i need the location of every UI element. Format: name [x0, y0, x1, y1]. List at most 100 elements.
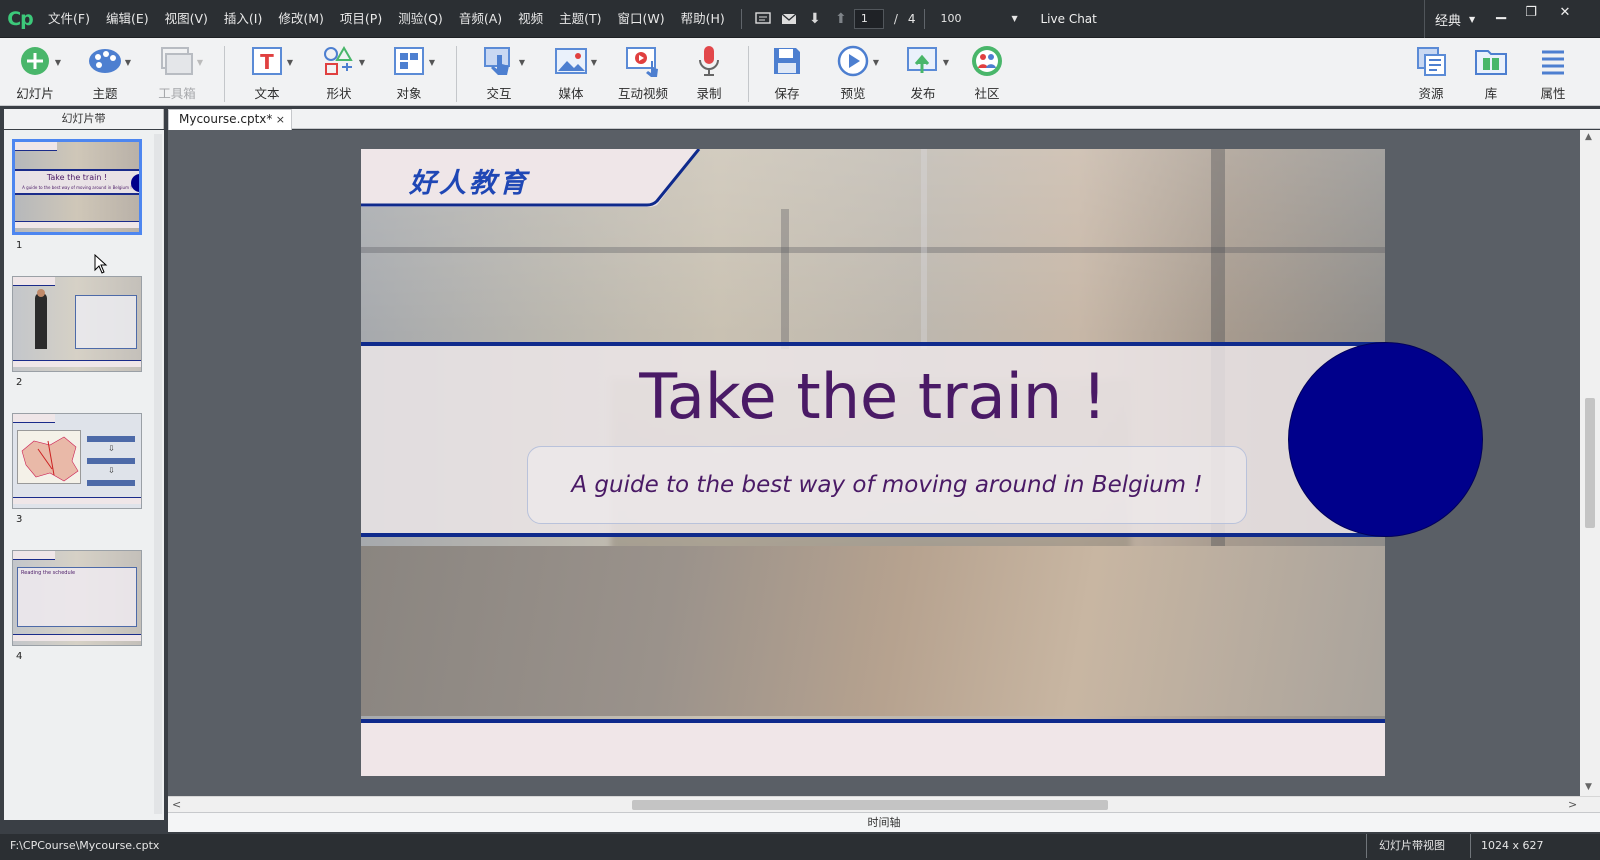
object-button[interactable]: ▼ 对象	[376, 44, 442, 102]
horizontal-scroll-thumb[interactable]	[632, 800, 1108, 810]
toolbox-button[interactable]: ▼ 工具箱	[144, 44, 210, 102]
separator	[740, 8, 742, 29]
library-button[interactable]: 库	[1458, 44, 1524, 102]
media-label: 媒体	[558, 86, 584, 101]
scroll-right-icon[interactable]: >	[1568, 798, 1577, 811]
library-icon	[1471, 44, 1511, 78]
thumb-box	[87, 480, 135, 486]
publish-icon: ▼	[903, 44, 949, 78]
arrow-up-icon[interactable]: ⬆	[828, 0, 854, 38]
timeline-toggle[interactable]: 时间轴	[168, 812, 1600, 832]
main-toolbar: ▼ 幻灯片 ▼ 主题 ▼ 工具箱 T ▼ 文本 ▼ 形状 ▼ 对象 ▼ 交互 ▼…	[0, 38, 1600, 106]
blue-circle-shape[interactable]	[1288, 342, 1483, 537]
menu-window[interactable]: 窗口(W)	[610, 0, 673, 38]
thumb-title: Take the train !	[46, 173, 108, 182]
bg-platform	[361, 546, 1385, 716]
thumb-number: 2	[16, 377, 23, 388]
document-tab[interactable]: Mycourse.cptx* ×	[168, 109, 292, 130]
zoom-value: 100	[940, 12, 962, 25]
community-button[interactable]: 社区	[954, 44, 1020, 102]
mouse-cursor-icon	[94, 254, 108, 274]
workspace-select[interactable]: 经典 ▼	[1424, 0, 1475, 38]
thumb-header	[13, 551, 55, 560]
arrow-down-icon[interactable]: ⬇	[802, 0, 828, 38]
menu-help[interactable]: 帮助(H)	[673, 0, 733, 38]
record-label: 录制	[696, 86, 722, 101]
text-icon: T ▼	[247, 44, 293, 78]
close-icon[interactable]: ×	[276, 110, 285, 129]
filmstrip-thumb-4[interactable]: Reading the schedule	[12, 550, 142, 646]
interactive-video-button[interactable]: 互动视频	[610, 44, 676, 102]
menu-insert[interactable]: 插入(I)	[216, 0, 270, 38]
menu-quiz[interactable]: 测验(Q)	[390, 0, 451, 38]
comment-icon[interactable]	[750, 0, 776, 38]
slide-subtitle: A guide to the best way of moving around…	[571, 472, 1203, 498]
publish-button[interactable]: ▼ 发布	[890, 44, 956, 102]
slide-label: 幻灯片	[16, 86, 54, 101]
microphone-icon	[689, 44, 729, 78]
vertical-scrollbar[interactable]: ▲ ▼	[1580, 130, 1600, 796]
menu-project[interactable]: 项目(P)	[332, 0, 390, 38]
horizontal-scrollbar[interactable]: < >	[168, 796, 1600, 812]
minimize-button[interactable]: ▁	[1486, 4, 1516, 22]
view-mode: 幻灯片带视图	[1366, 834, 1445, 858]
scroll-down-icon[interactable]: ▼	[1585, 782, 1592, 792]
menu-video[interactable]: 视频	[510, 0, 551, 38]
thumb-title: Reading the schedule	[21, 570, 76, 576]
current-page-input[interactable]: 1	[853, 8, 884, 29]
zoom-select[interactable]: 100 ▼	[933, 9, 1021, 29]
shape-button[interactable]: ▼ 形状	[306, 44, 372, 102]
separator	[456, 46, 457, 102]
library-label: 库	[1484, 86, 1498, 101]
hand-pointer-icon: ▼	[479, 44, 525, 78]
record-button[interactable]: 录制	[676, 44, 742, 102]
scroll-left-icon[interactable]: <	[172, 798, 181, 811]
menu-file[interactable]: 文件(F)	[40, 0, 98, 38]
filmstrip-header: 幻灯片带	[4, 109, 164, 129]
text-label: 文本	[254, 86, 280, 101]
text-button[interactable]: T ▼ 文本	[234, 44, 300, 102]
assets-label: 资源	[1418, 86, 1444, 101]
interaction-button[interactable]: ▼ 交互	[466, 44, 532, 102]
slide-title[interactable]: Take the train !	[361, 360, 1385, 433]
slide-logo-text: 好人教育	[409, 168, 529, 199]
menu-themes[interactable]: 主题(T)	[551, 0, 609, 38]
total-pages: 4	[907, 11, 916, 26]
thumb-textbox	[17, 567, 137, 627]
image-icon: ▼	[551, 44, 597, 78]
chevron-down-icon: ▼	[1011, 14, 1018, 23]
filmstrip-panel: Take the train ! A guide to the best way…	[4, 130, 164, 820]
live-chat-link[interactable]: Live Chat	[1041, 12, 1097, 26]
scroll-up-icon[interactable]: ▲	[1585, 132, 1592, 142]
slide-button[interactable]: ▼ 幻灯片	[2, 44, 68, 102]
assets-button[interactable]: 资源	[1398, 44, 1464, 102]
mail-icon[interactable]	[776, 0, 802, 38]
vertical-scroll-thumb[interactable]	[1585, 398, 1595, 528]
palette-icon: ▼	[85, 44, 131, 78]
toolbox-label: 工具箱	[158, 86, 196, 101]
maximize-button[interactable]: ❐	[1516, 4, 1546, 22]
theme-button[interactable]: ▼ 主题	[72, 44, 138, 102]
preview-button[interactable]: ▼ 预览	[820, 44, 886, 102]
menu-view[interactable]: 视图(V)	[157, 0, 216, 38]
filmstrip-thumb-3[interactable]: ⇩ ⇩	[12, 413, 142, 509]
thumb-header	[15, 142, 57, 151]
close-button[interactable]: ✕	[1550, 4, 1580, 22]
object-icon: ▼	[389, 44, 435, 78]
filmstrip-thumb-1[interactable]: Take the train ! A guide to the best way…	[12, 139, 142, 235]
add-slide-icon: ▼	[15, 44, 61, 78]
subtitle-box[interactable]: A guide to the best way of moving around…	[527, 446, 1247, 524]
menu-edit[interactable]: 编辑(E)	[98, 0, 157, 38]
community-label: 社区	[974, 86, 1000, 101]
chevron-down-icon: ▼	[1469, 14, 1476, 24]
media-button[interactable]: ▼ 媒体	[538, 44, 604, 102]
filmstrip-scrollbar[interactable]	[154, 134, 162, 814]
arrow-down-icon: ⇩	[108, 466, 115, 475]
menu-modify[interactable]: 修改(M)	[270, 0, 332, 38]
properties-button[interactable]: 属性	[1520, 44, 1586, 102]
filmstrip-thumb-2[interactable]	[12, 276, 142, 372]
menu-audio[interactable]: 音频(A)	[451, 0, 510, 38]
thumb-circle	[131, 174, 139, 192]
thumb-number: 3	[16, 514, 23, 525]
save-button[interactable]: 保存	[754, 44, 820, 102]
